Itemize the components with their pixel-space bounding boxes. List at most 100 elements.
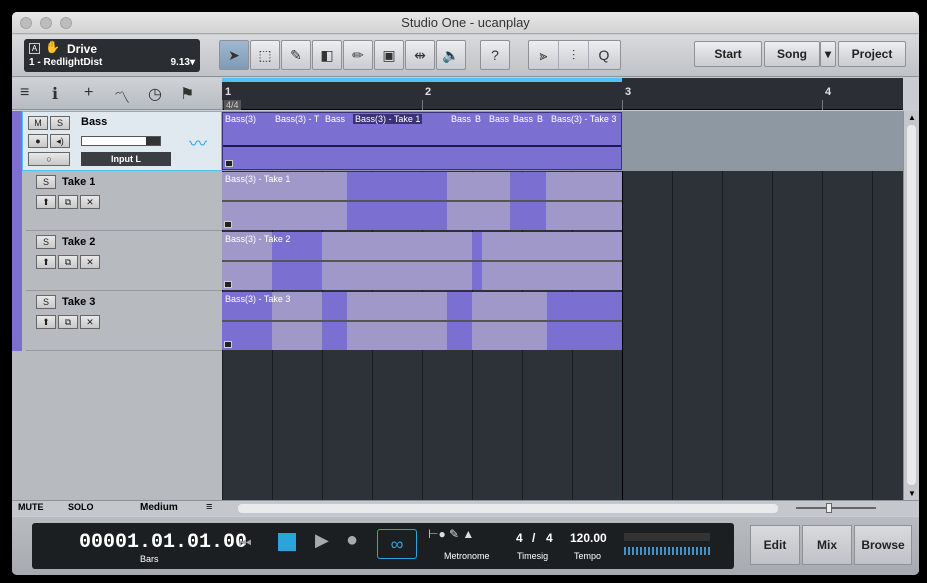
arrow-tool-button[interactable]: ➤ xyxy=(219,40,249,70)
delete-take-icon[interactable]: ✕ xyxy=(80,255,100,269)
start-button[interactable]: Start xyxy=(694,41,762,67)
timeline-ruler[interactable]: 1 2 3 4 4/4 xyxy=(222,78,903,110)
audio-wave-icon: 〰 xyxy=(189,134,207,154)
clip-label: Bass(3) - Take 1 xyxy=(353,114,423,124)
tempo-value[interactable]: 120.00 xyxy=(570,531,607,545)
clip-label: Bass xyxy=(513,114,534,124)
loop-range[interactable] xyxy=(222,78,622,82)
clip-menu-icon[interactable] xyxy=(224,341,232,348)
metronome-icon[interactable]: ⊢● ✎ ▲ xyxy=(428,527,474,541)
snap-grid-icon[interactable]: ⫶ xyxy=(559,41,589,69)
take-clip-3[interactable]: Bass(3) - Take 3 xyxy=(222,292,622,350)
quantize-button[interactable]: Q xyxy=(589,41,619,69)
paint-tool-button[interactable]: ✏ xyxy=(343,40,373,70)
time-display[interactable]: 00001.01.01.00 xyxy=(79,531,247,554)
arrangement-view[interactable]: Bass(3) Bass(3) - T Bass Bass(3) - Take … xyxy=(222,111,903,500)
clip-menu-icon[interactable] xyxy=(224,281,232,288)
zoom-window-button[interactable] xyxy=(60,17,72,29)
mix-button[interactable]: Mix xyxy=(802,525,852,565)
solo-button[interactable]: S xyxy=(36,235,56,249)
volume-fader[interactable] xyxy=(81,136,161,146)
track-take-1[interactable]: S Take 1 ⬆ ⧉ ✕ xyxy=(26,171,222,231)
clip-label: Bass(3) - T xyxy=(275,114,320,124)
hand-icon[interactable]: ✋ xyxy=(45,40,60,54)
marker-flag-icon[interactable]: ⚑ xyxy=(180,84,194,104)
timesig-numerator[interactable]: 4 xyxy=(516,531,523,545)
browse-button[interactable]: Browse xyxy=(854,525,912,565)
timesig-denominator[interactable]: 4 xyxy=(546,531,553,545)
help-label: ? xyxy=(491,47,499,63)
track-take-2[interactable]: S Take 2 ⬆ ⧉ ✕ xyxy=(26,231,222,291)
range-tool-button[interactable]: ⬚ xyxy=(250,40,280,70)
vertical-scrollbar[interactable]: ▲ ▼ xyxy=(903,111,919,500)
device-panel[interactable]: A ✋ Drive 1 - RedlightDist 9.13▾ xyxy=(24,39,200,72)
horizontal-scrollbar[interactable] xyxy=(238,504,778,513)
minimize-window-button[interactable] xyxy=(40,17,52,29)
play-button[interactable]: ▶ xyxy=(315,530,329,551)
record-button[interactable]: ● xyxy=(346,529,358,552)
delete-take-icon[interactable]: ✕ xyxy=(80,315,100,329)
split-tool-button[interactable]: ✎ xyxy=(281,40,311,70)
take-clip-2[interactable]: Bass(3) - Take 2 xyxy=(222,232,622,290)
bar-4-label: 4 xyxy=(825,86,832,98)
take-label: Bass(3) - Take 1 xyxy=(225,174,291,184)
bend-tool-button[interactable]: ⇹ xyxy=(405,40,435,70)
duplicate-take-icon[interactable]: ⧉ xyxy=(58,315,78,329)
close-window-button[interactable] xyxy=(20,17,32,29)
stop-button[interactable] xyxy=(278,533,296,551)
folder-color-strip xyxy=(12,111,22,351)
solo-button[interactable]: S xyxy=(36,175,56,189)
take-clip-1[interactable]: Bass(3) - Take 1 xyxy=(222,172,622,230)
add-track-icon[interactable]: + xyxy=(84,84,93,102)
scroll-up-icon[interactable]: ▲ xyxy=(908,113,916,122)
clip-menu-icon[interactable] xyxy=(225,160,233,167)
mute-all-button[interactable]: MUTE xyxy=(18,502,44,512)
automation-icon[interactable]: 〽 xyxy=(114,84,130,108)
zoom-slider[interactable] xyxy=(796,503,876,513)
solo-button[interactable]: S xyxy=(36,295,56,309)
edit-button[interactable]: Edit xyxy=(750,525,800,565)
comp-clip-bass[interactable]: Bass(3) Bass(3) - T Bass Bass(3) - Take … xyxy=(222,112,622,170)
rewind-icon[interactable]: ⏮ xyxy=(239,535,252,552)
monitor-button[interactable]: ◂) xyxy=(50,134,70,148)
info-icon[interactable]: ℹ xyxy=(52,84,58,104)
song-dropdown-button[interactable]: ▾ xyxy=(820,41,836,67)
scroll-down-icon[interactable]: ▼ xyxy=(908,489,916,498)
bar-3-label: 3 xyxy=(625,86,632,98)
listen-tool-button[interactable]: 🔈 xyxy=(436,40,466,70)
solo-all-button[interactable]: SOLO xyxy=(68,502,94,512)
song-button[interactable]: Song xyxy=(764,41,820,67)
snap-icon[interactable]: ⫸ xyxy=(529,41,559,69)
device-name: Drive xyxy=(67,42,98,56)
clock-icon[interactable]: ◷ xyxy=(148,84,162,104)
list-icon[interactable]: ≡ xyxy=(20,84,29,102)
duplicate-take-icon[interactable]: ⧉ xyxy=(58,255,78,269)
duplicate-take-icon[interactable]: ⧉ xyxy=(58,195,78,209)
cpu-meter xyxy=(624,547,710,555)
eraser-tool-button[interactable]: ◧ xyxy=(312,40,342,70)
track-take-3[interactable]: S Take 3 ⬆ ⧉ ✕ xyxy=(26,291,222,351)
split-tool-icon: ✎ xyxy=(290,47,302,63)
delete-take-icon[interactable]: ✕ xyxy=(80,195,100,209)
mute-tool-button[interactable]: ▣ xyxy=(374,40,404,70)
track-bass[interactable]: M S Bass ● ◂) ○ Input L 〰 xyxy=(22,111,222,171)
mute-button[interactable]: M xyxy=(28,116,48,130)
loop-icon[interactable]: ∞ xyxy=(377,529,417,559)
device-version[interactable]: 9.13▾ xyxy=(171,57,196,68)
promote-take-icon[interactable]: ⬆ xyxy=(36,195,56,209)
solo-button[interactable]: S xyxy=(50,116,70,130)
help-button[interactable]: ? xyxy=(480,40,510,70)
promote-take-icon[interactable]: ⬆ xyxy=(36,255,56,269)
range-tool-icon: ⬚ xyxy=(258,47,272,63)
project-button[interactable]: Project xyxy=(838,41,906,67)
tempo-label: Tempo xyxy=(574,551,602,561)
clip-menu-icon[interactable] xyxy=(224,221,232,228)
promote-take-icon[interactable]: ⬆ xyxy=(36,315,56,329)
list-icon[interactable]: ≡ xyxy=(206,501,212,513)
automation-badge[interactable]: A xyxy=(29,43,40,54)
track-height-selector[interactable]: Medium xyxy=(140,502,178,513)
input-monitor-button[interactable]: ○ xyxy=(28,152,70,166)
record-arm-button[interactable]: ● xyxy=(28,134,48,148)
track-name[interactable]: Bass xyxy=(81,116,107,128)
input-selector[interactable]: Input L xyxy=(81,152,171,166)
